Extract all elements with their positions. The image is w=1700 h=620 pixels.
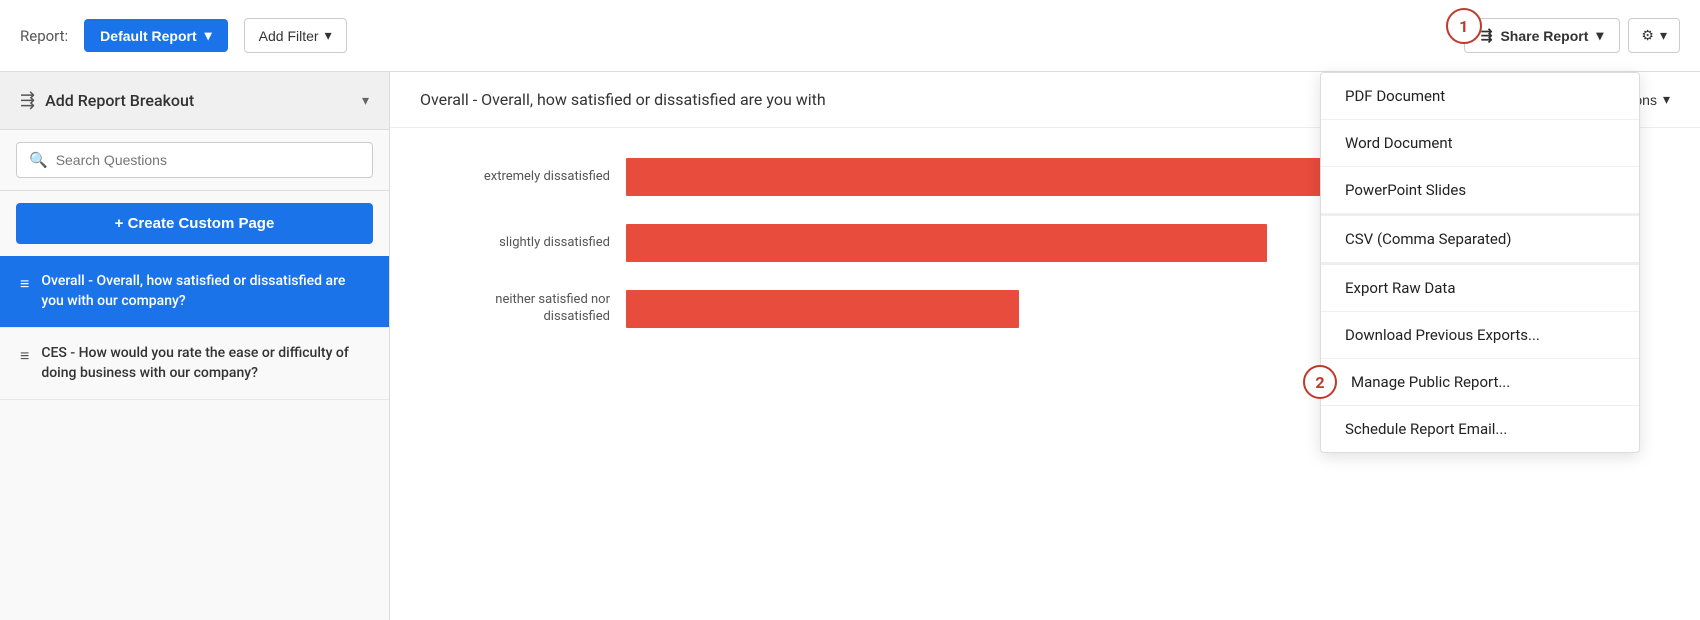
add-filter-label: Add Filter <box>259 28 319 44</box>
share-report-label: Share Report <box>1500 28 1588 44</box>
options-chevron-icon: ▾ <box>1663 91 1670 108</box>
bar-label: neither satisfied nordissatisfied <box>430 292 610 326</box>
search-icon: 🔍 <box>29 151 48 169</box>
share-dropdown-menu: PDF Document Word Document PowerPoint Sl… <box>1320 72 1640 453</box>
pdf-document-label: PDF Document <box>1345 87 1445 105</box>
sidebar-item[interactable]: ≡ Overall - Overall, how satisfied or di… <box>0 256 389 328</box>
add-filter-button[interactable]: Add Filter ▾ <box>244 18 347 53</box>
bar-fill <box>626 224 1267 262</box>
chevron-down-icon: ▾ <box>1596 27 1603 44</box>
item-text: CES - How would you rate the ease or dif… <box>41 344 369 383</box>
share-icon: ⇶ <box>1481 27 1493 44</box>
topbar-left: Report: Default Report ▾ Add Filter ▾ <box>20 18 347 53</box>
bar-fill <box>626 158 1329 196</box>
csv-label: CSV (Comma Separated) <box>1345 230 1512 248</box>
create-custom-label: + Create Custom Page <box>115 215 275 232</box>
bar-label: slightly dissatisfied <box>430 235 610 252</box>
schedule-report-email-item[interactable]: Schedule Report Email... <box>1321 406 1639 452</box>
topbar-right: 1 ⇶ Share Report ▾ ⚙ ▾ <box>1464 18 1680 53</box>
pdf-document-item[interactable]: PDF Document <box>1321 73 1639 120</box>
sidebar: ⇶ Add Report Breakout ▾ 🔍 + Create Custo… <box>0 72 390 620</box>
item-text: Overall - Overall, how satisfied or diss… <box>41 272 369 311</box>
settings-button[interactable]: ⚙ ▾ <box>1628 18 1680 53</box>
breakout-chevron-icon: ▾ <box>362 93 369 109</box>
manage-public-report-item[interactable]: 2 Manage Public Report... <box>1321 359 1639 406</box>
search-section: 🔍 <box>0 130 389 191</box>
chevron-down-icon: ▾ <box>325 27 332 44</box>
chevron-down-icon: ▾ <box>205 27 212 44</box>
step-2-badge: 2 <box>1303 365 1337 399</box>
breakout-label: Add Report Breakout <box>45 91 194 110</box>
create-custom-page-button[interactable]: + Create Custom Page <box>16 203 373 244</box>
schedule-report-email-label: Schedule Report Email... <box>1345 420 1507 438</box>
step-1-badge: 1 <box>1446 8 1482 44</box>
bar-label: extremely dissatisfied <box>430 169 610 186</box>
sidebar-items-list: ≡ Overall - Overall, how satisfied or di… <box>0 256 389 620</box>
default-report-label: Default Report <box>100 28 196 44</box>
word-document-item[interactable]: Word Document <box>1321 120 1639 167</box>
sidebar-item[interactable]: ≡ CES - How would you rate the ease or d… <box>0 328 389 400</box>
settings-chevron: ▾ <box>1660 27 1667 44</box>
share-report-button[interactable]: ⇶ Share Report ▾ <box>1464 18 1621 53</box>
powerpoint-slides-label: PowerPoint Slides <box>1345 181 1466 199</box>
search-input[interactable] <box>56 152 360 168</box>
list-icon: ≡ <box>20 274 29 294</box>
content-title: Overall - Overall, how satisfied or diss… <box>420 90 826 109</box>
manage-public-report-label: Manage Public Report... <box>1351 373 1510 391</box>
export-raw-data-label: Export Raw Data <box>1345 279 1456 297</box>
bar-fill <box>626 290 1019 328</box>
gear-icon: ⚙ <box>1641 27 1654 44</box>
export-raw-data-item[interactable]: Export Raw Data <box>1321 263 1639 312</box>
breakout-icon: ⇶ <box>20 90 35 111</box>
download-previous-item[interactable]: Download Previous Exports... <box>1321 312 1639 359</box>
sidebar-breakout-header[interactable]: ⇶ Add Report Breakout ▾ <box>0 72 389 130</box>
csv-item[interactable]: CSV (Comma Separated) <box>1321 214 1639 263</box>
powerpoint-slides-item[interactable]: PowerPoint Slides <box>1321 167 1639 214</box>
download-previous-label: Download Previous Exports... <box>1345 326 1540 344</box>
search-input-wrap: 🔍 <box>16 142 373 178</box>
topbar: Report: Default Report ▾ Add Filter ▾ 1 … <box>0 0 1700 72</box>
default-report-button[interactable]: Default Report ▾ <box>84 19 227 52</box>
report-label: Report: <box>20 27 68 45</box>
list-icon: ≡ <box>20 346 29 366</box>
word-document-label: Word Document <box>1345 134 1453 152</box>
